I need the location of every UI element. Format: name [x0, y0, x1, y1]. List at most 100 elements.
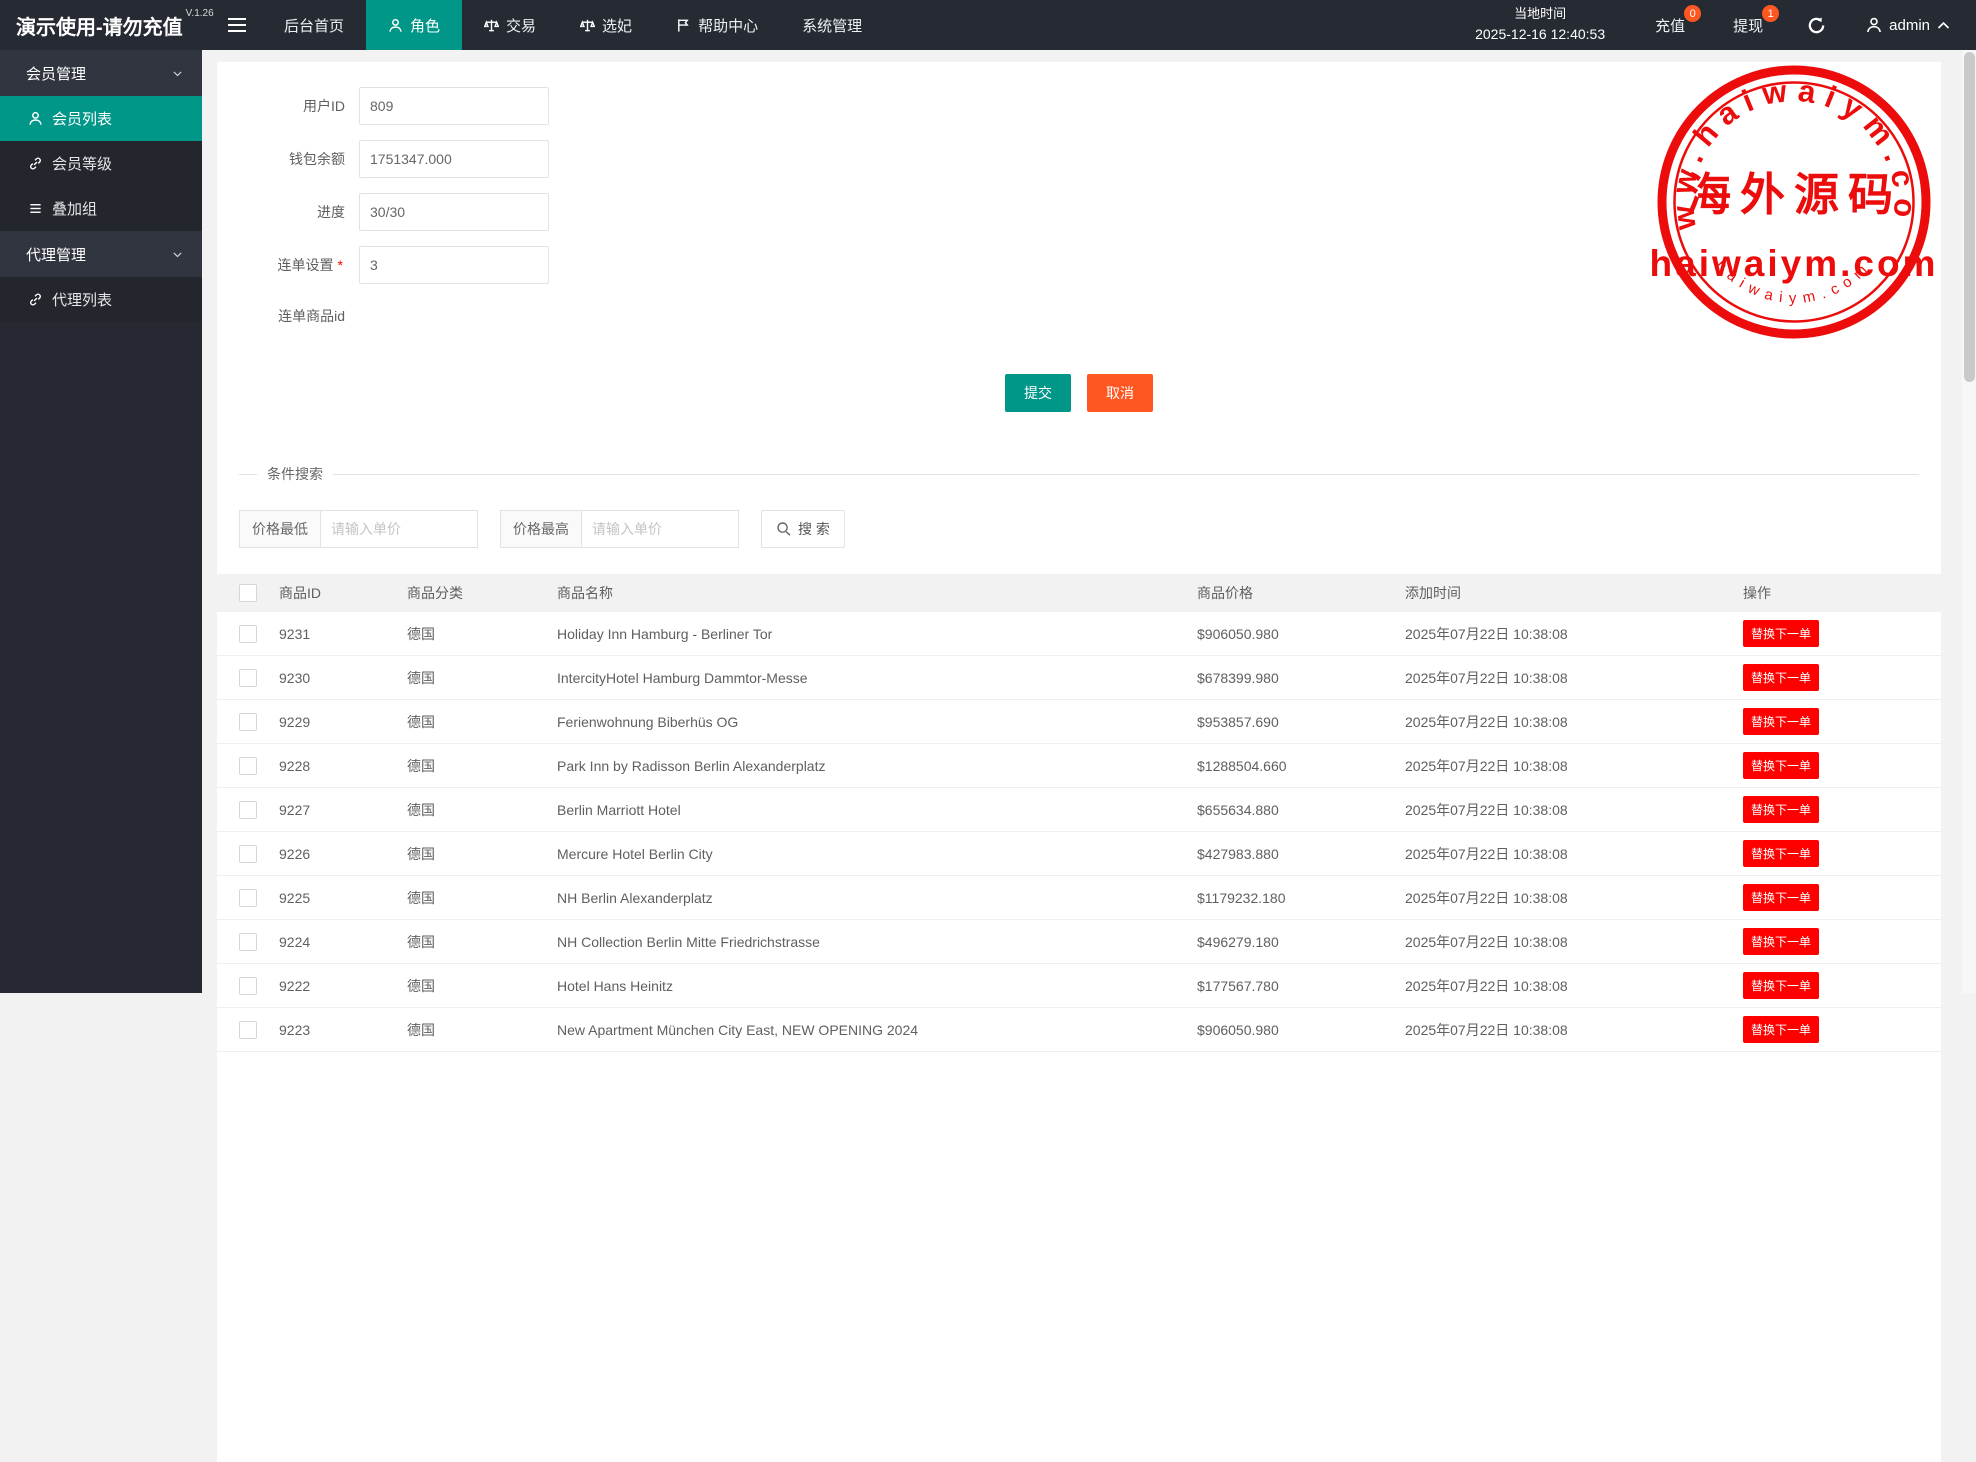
- replace-next-order-button[interactable]: 替换下一单: [1743, 796, 1819, 823]
- nav-tab-2[interactable]: 交易: [462, 0, 558, 50]
- sidebar-item-1-0[interactable]: 代理列表: [0, 277, 202, 322]
- sidebar-group-label: 代理管理: [26, 244, 86, 265]
- user-icon: [388, 18, 403, 33]
- select-all-checkbox[interactable]: [239, 584, 257, 602]
- vertical-scrollbar[interactable]: [1962, 50, 1976, 993]
- replace-next-order-button[interactable]: 替换下一单: [1743, 708, 1819, 735]
- cell-cat: 德国: [407, 712, 557, 732]
- table-row: 9228德国Park Inn by Radisson Berlin Alexan…: [217, 744, 1941, 788]
- cell-price: $1288504.660: [1197, 758, 1405, 774]
- price-min-group: 价格最低: [239, 510, 478, 548]
- row-checkbox[interactable]: [239, 757, 257, 775]
- nav-tab-0[interactable]: 后台首页: [262, 0, 366, 50]
- replace-next-order-button[interactable]: 替换下一单: [1743, 884, 1819, 911]
- row-checkbox[interactable]: [239, 845, 257, 863]
- cell-name: NH Collection Berlin Mitte Friedrichstra…: [557, 934, 1197, 950]
- column-header: 商品分类: [407, 583, 557, 603]
- replace-next-order-button[interactable]: 替换下一单: [1743, 752, 1819, 779]
- sidebar-item-0-2[interactable]: 叠加组: [0, 186, 202, 231]
- row-checkbox[interactable]: [239, 669, 257, 687]
- row-checkbox[interactable]: [239, 713, 257, 731]
- chevron-up-icon: [1937, 21, 1950, 30]
- sidebar-item-0-0[interactable]: 会员列表: [0, 96, 202, 141]
- replace-next-order-button[interactable]: 替换下一单: [1743, 972, 1819, 999]
- user-icon: [1866, 17, 1882, 33]
- nav-tab-4[interactable]: 帮助中心: [654, 0, 780, 50]
- table-row: 9231德国Holiday Inn Hamburg - Berliner Tor…: [217, 612, 1941, 656]
- nav-tab-label: 交易: [506, 15, 536, 36]
- replace-next-order-button[interactable]: 替换下一单: [1743, 620, 1819, 647]
- cell-time: 2025年07月22日 10:38:08: [1405, 932, 1743, 952]
- nav-tab-label: 系统管理: [802, 15, 862, 36]
- form-row-0: 用户ID: [217, 87, 1941, 125]
- cell-name: IntercityHotel Hamburg Dammtor-Messe: [557, 670, 1197, 686]
- row-checkbox[interactable]: [239, 977, 257, 995]
- form-input-3[interactable]: [359, 246, 549, 284]
- row-checkbox[interactable]: [239, 625, 257, 643]
- sidebar-group-0[interactable]: 会员管理: [0, 50, 202, 96]
- form-label: 进度: [217, 202, 349, 222]
- scrollbar-thumb[interactable]: [1964, 52, 1975, 382]
- cell-price: $496279.180: [1197, 934, 1405, 950]
- replace-next-order-button[interactable]: 替换下一单: [1743, 840, 1819, 867]
- submit-button[interactable]: 提交: [1005, 374, 1071, 412]
- cell-id: 9227: [279, 802, 407, 818]
- price-max-input[interactable]: [581, 510, 739, 548]
- link-icon: [28, 292, 43, 307]
- cell-price: $427983.880: [1197, 846, 1405, 862]
- recharge-badge: 0: [1684, 5, 1701, 22]
- replace-next-order-button[interactable]: 替换下一单: [1743, 928, 1819, 955]
- form-row-3: 连单设置*: [217, 246, 1941, 284]
- flag-icon: [676, 18, 691, 33]
- withdraw-button[interactable]: 提现 1: [1709, 0, 1787, 50]
- row-checkbox[interactable]: [239, 801, 257, 819]
- local-time-label: 当地时间: [1514, 4, 1566, 24]
- form-input-1[interactable]: [359, 140, 549, 178]
- user-icon: [28, 111, 43, 126]
- admin-menu[interactable]: admin: [1846, 0, 1976, 50]
- cell-name: Park Inn by Radisson Berlin Alexanderpla…: [557, 758, 1197, 774]
- nav-tab-label: 帮助中心: [698, 15, 758, 36]
- cell-cat: 德国: [407, 756, 557, 776]
- cell-price: $177567.780: [1197, 978, 1405, 994]
- sidebar-item-0-1[interactable]: 会员等级: [0, 141, 202, 186]
- cell-id: 9225: [279, 890, 407, 906]
- column-header: 商品ID: [279, 583, 407, 603]
- replace-next-order-button[interactable]: 替换下一单: [1743, 1016, 1819, 1043]
- recharge-button[interactable]: 充值 0: [1631, 0, 1709, 50]
- search-fieldset: 条件搜索 价格最低 价格最高 搜 索: [239, 464, 1919, 548]
- row-checkbox[interactable]: [239, 1021, 257, 1039]
- search-button[interactable]: 搜 索: [761, 510, 845, 548]
- replace-next-order-button[interactable]: 替换下一单: [1743, 664, 1819, 691]
- nav-tab-3[interactable]: 选妃: [558, 0, 654, 50]
- nav-tab-1[interactable]: 角色: [366, 0, 462, 50]
- menu-toggle-icon[interactable]: [212, 0, 262, 50]
- price-min-input[interactable]: [320, 510, 478, 548]
- cancel-button[interactable]: 取消: [1087, 374, 1153, 412]
- form-input-0[interactable]: [359, 87, 549, 125]
- sidebar-group-1[interactable]: 代理管理: [0, 231, 202, 277]
- cell-time: 2025年07月22日 10:38:08: [1405, 888, 1743, 908]
- top-header: 演示使用-请勿充值 V.1.26 后台首页 角色 交易 选妃 帮助中心 系统管理 当地时间…: [0, 0, 1976, 50]
- app-version: V.1.26: [186, 8, 214, 19]
- goods-table: 商品ID商品分类商品名称商品价格添加时间操作9231德国Holiday Inn …: [217, 574, 1941, 1052]
- form-row-4: 连单商品id: [217, 306, 1941, 326]
- nav-tab-label: 角色: [410, 15, 440, 36]
- form-label: 用户ID: [217, 96, 349, 116]
- cell-time: 2025年07月22日 10:38:08: [1405, 756, 1743, 776]
- app-logo: 演示使用-请勿充值 V.1.26: [0, 0, 212, 50]
- refresh-icon[interactable]: [1787, 0, 1846, 50]
- search-button-label: 搜 索: [798, 519, 830, 539]
- cell-name: Hotel Hans Heinitz: [557, 978, 1197, 994]
- cell-id: 9230: [279, 670, 407, 686]
- form-input-2[interactable]: [359, 193, 549, 231]
- cell-cat: 德国: [407, 624, 557, 644]
- cell-price: $1179232.180: [1197, 890, 1405, 906]
- cell-price: $906050.980: [1197, 1022, 1405, 1038]
- row-checkbox[interactable]: [239, 889, 257, 907]
- link-icon: [28, 156, 43, 171]
- cell-id: 9224: [279, 934, 407, 950]
- nav-tab-5[interactable]: 系统管理: [780, 0, 884, 50]
- row-checkbox[interactable]: [239, 933, 257, 951]
- cell-name: Berlin Marriott Hotel: [557, 802, 1197, 818]
